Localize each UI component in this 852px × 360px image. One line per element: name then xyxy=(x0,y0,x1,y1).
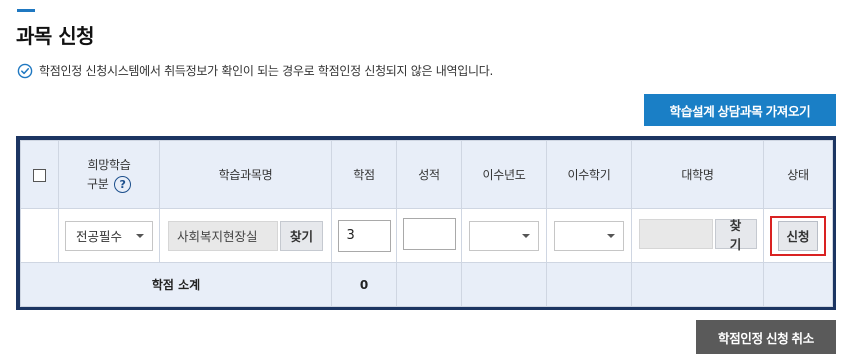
completion-semester-header: 이수학기 xyxy=(546,140,632,209)
credits-cell: 3 xyxy=(331,208,397,263)
caret-down-icon xyxy=(607,233,615,238)
credits-input[interactable]: 3 xyxy=(337,219,391,252)
course-application-table: 희망학습 구분 ? 학습과목명 학점 성적 이수년도 이수학기 대학명 상태 전… xyxy=(16,136,836,310)
university-header: 대학명 xyxy=(631,140,764,209)
table-row: 전공필수 사회복지현장실 찾기 3 찾기 신청 xyxy=(20,208,833,263)
completion-semester-select[interactable] xyxy=(554,220,624,251)
import-consult-courses-button[interactable]: 학습설계 상담과목 가져오기 xyxy=(644,94,836,126)
page-title: 과목 신청 xyxy=(16,24,95,48)
caret-down-icon xyxy=(136,233,144,238)
select-all-header xyxy=(20,140,59,209)
completion-year-cell xyxy=(461,208,547,263)
title-accent-bar xyxy=(17,9,35,12)
apply-button[interactable]: 신청 xyxy=(778,220,818,251)
row-checkbox-cell xyxy=(20,208,59,263)
status-cell: 신청 xyxy=(763,208,833,263)
university-field xyxy=(638,219,713,249)
status-header: 상태 xyxy=(763,140,833,209)
desired-type-value: 전공필수 xyxy=(76,229,123,244)
summary-empty-cell xyxy=(396,262,462,307)
summary-row: 학점 소계 0 xyxy=(20,262,833,307)
desired-type-header-line2: 구분 xyxy=(87,177,109,191)
grade-cell xyxy=(396,208,462,263)
apply-highlight: 신청 xyxy=(770,215,826,256)
completion-year-header: 이수년도 xyxy=(461,140,547,209)
question-circle-icon[interactable]: ? xyxy=(114,176,131,193)
desired-type-header-line1: 희망학습 xyxy=(87,158,131,172)
summary-empty-cell xyxy=(461,262,547,307)
select-all-checkbox[interactable] xyxy=(33,168,46,182)
table-header-row: 희망학습 구분 ? 학습과목명 학점 성적 이수년도 이수학기 대학명 상태 xyxy=(20,140,833,209)
completion-year-select[interactable] xyxy=(469,220,539,251)
desired-type-header: 희망학습 구분 ? xyxy=(58,140,160,209)
grade-input[interactable] xyxy=(402,218,456,250)
desired-type-cell: 전공필수 xyxy=(58,208,160,263)
summary-empty-cell xyxy=(763,262,833,307)
desired-type-select[interactable]: 전공필수 xyxy=(65,220,153,251)
credit-subtotal-label: 학점 소계 xyxy=(20,262,332,307)
course-name-cell: 사회복지현장실 찾기 xyxy=(159,208,332,263)
summary-empty-cell xyxy=(546,262,632,307)
summary-empty-cell xyxy=(631,262,764,307)
credit-subtotal-value: 0 xyxy=(331,262,397,307)
course-find-button[interactable]: 찾기 xyxy=(279,220,323,251)
university-find-button[interactable]: 찾기 xyxy=(714,218,757,252)
course-name-header: 학습과목명 xyxy=(159,140,332,209)
notice-line: 학점인정 신청시스템에서 취득정보가 확인이 되는 경우로 학점인정 신청되지 … xyxy=(17,62,493,79)
university-cell: 찾기 xyxy=(631,208,764,263)
cancel-credit-application-button[interactable]: 학점인정 신청 취소 xyxy=(696,320,836,354)
notice-text: 학점인정 신청시스템에서 취득정보가 확인이 되는 경우로 학점인정 신청되지 … xyxy=(39,64,494,78)
credits-header: 학점 xyxy=(331,140,397,209)
grade-header: 성적 xyxy=(396,140,462,209)
caret-down-icon xyxy=(522,233,530,238)
completion-semester-cell xyxy=(546,208,632,263)
check-circle-icon xyxy=(17,63,33,78)
course-name-field: 사회복지현장실 xyxy=(167,220,278,251)
